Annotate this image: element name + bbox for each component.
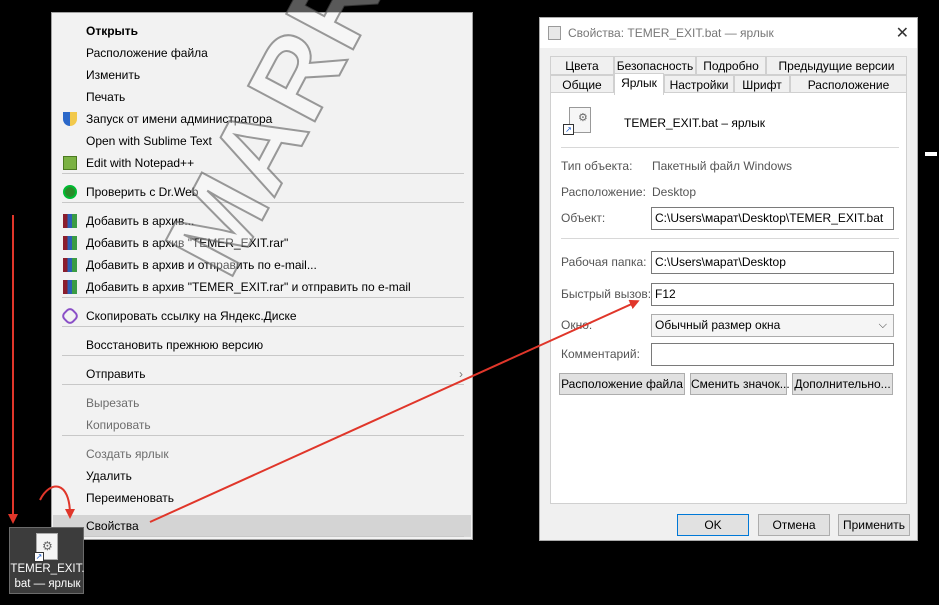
open-file-location-button[interactable]: Расположение файла bbox=[559, 373, 685, 395]
hotkey-label: Быстрый вызов: bbox=[561, 287, 652, 301]
context-menu-item[interactable]: Переименовать bbox=[53, 487, 471, 509]
context-menu-item[interactable]: Копировать bbox=[53, 414, 471, 436]
window-size-select[interactable]: Обычный размер окна ⌵ bbox=[651, 314, 894, 337]
context-menu-item-label: Свойства bbox=[86, 519, 139, 533]
context-menu-item-label: Скопировать ссылку на Яндекс.Диске bbox=[86, 309, 297, 323]
gear-icon: ⚙ bbox=[42, 539, 53, 553]
tab[interactable]: Предыдущие версии bbox=[766, 56, 907, 75]
shortcut-file-icon: ⚙ ↗ bbox=[563, 107, 593, 137]
menu-separator bbox=[62, 355, 464, 356]
notepad-plus-plus-icon bbox=[63, 156, 77, 170]
location-label: Расположение: bbox=[561, 185, 646, 199]
close-icon[interactable]: ✕ bbox=[896, 23, 909, 43]
context-menu-item-label: Создать ярлык bbox=[86, 447, 169, 461]
submenu-arrow-icon: › bbox=[459, 367, 463, 381]
advanced-button[interactable]: Дополнительно... bbox=[792, 373, 893, 395]
hotkey-field[interactable]: F12 bbox=[651, 283, 894, 306]
context-menu-item-label: Изменить bbox=[86, 68, 141, 82]
workdir-field[interactable]: C:\Users\марат\Desktop bbox=[651, 251, 894, 274]
winrar-archive-icon bbox=[63, 258, 77, 272]
context-menu-item-label: Восстановить прежнюю версию bbox=[86, 338, 264, 352]
background-mark bbox=[925, 152, 937, 156]
window-icon bbox=[548, 26, 561, 40]
menu-separator bbox=[62, 384, 464, 385]
tab[interactable]: Подробно bbox=[696, 56, 766, 75]
winrar-archive-icon bbox=[63, 236, 77, 250]
context-menu-item[interactable]: Создать ярлык bbox=[53, 443, 471, 465]
tab-panel-shortcut: ⚙ ↗ TEMER_EXIT.bat – ярлык Тип объекта: … bbox=[550, 92, 907, 504]
context-menu-item-label: Копировать bbox=[86, 418, 151, 432]
context-menu-item-label: Удалить bbox=[86, 469, 132, 483]
type-value: Пакетный файл Windows bbox=[652, 159, 793, 173]
context-menu-item[interactable]: Свойства bbox=[53, 515, 471, 537]
shortcut-name: TEMER_EXIT.bat – ярлык bbox=[624, 116, 766, 130]
divider bbox=[561, 238, 899, 239]
window-label: Окно: bbox=[561, 318, 593, 332]
menu-separator bbox=[62, 536, 464, 537]
location-value: Desktop bbox=[652, 185, 697, 199]
menu-separator bbox=[62, 297, 464, 298]
context-menu-item[interactable]: Удалить bbox=[53, 465, 471, 487]
context-menu-item-label: Вырезать bbox=[86, 396, 140, 410]
gear-icon: ⚙ bbox=[578, 112, 588, 124]
drweb-spider-icon bbox=[63, 185, 77, 199]
batch-file-icon: ⚙ ↗ bbox=[34, 533, 58, 562]
menu-separator bbox=[62, 326, 464, 327]
tab[interactable]: Цвета bbox=[550, 56, 614, 75]
dialog-titlebar: Свойства: TEMER_EXIT.bat — ярлык ✕ bbox=[540, 18, 917, 48]
chevron-down-icon: ⌵ bbox=[878, 319, 887, 331]
winrar-archive-icon bbox=[63, 280, 77, 294]
ok-button[interactable]: OK bbox=[677, 514, 749, 536]
comment-field[interactable] bbox=[651, 343, 894, 366]
target-field[interactable]: C:\Users\марат\Desktop\TEMER_EXIT.bat bbox=[651, 207, 894, 230]
context-menu-item-label: Печать bbox=[86, 90, 126, 104]
winrar-archive-icon bbox=[63, 214, 77, 228]
target-label: Объект: bbox=[561, 211, 606, 225]
context-menu-item-label: Переименовать bbox=[86, 491, 174, 505]
workdir-label: Рабочая папка: bbox=[561, 255, 647, 269]
context-menu-item[interactable]: Восстановить прежнюю версию bbox=[53, 334, 471, 356]
context-menu-item[interactable]: Скопировать ссылку на Яндекс.Диске bbox=[53, 305, 471, 327]
context-menu-item[interactable]: Отправить › bbox=[53, 363, 471, 385]
comment-label: Комментарий: bbox=[561, 347, 640, 361]
uac-shield-icon bbox=[63, 112, 77, 126]
tab[interactable]: Ярлык bbox=[614, 73, 664, 95]
apply-button[interactable]: Применить bbox=[838, 514, 910, 536]
cancel-button[interactable]: Отмена bbox=[758, 514, 830, 536]
menu-separator bbox=[62, 435, 464, 436]
desktop-shortcut-icon[interactable]: ⚙ ↗ TEMER_EXIT. bat — ярлык bbox=[9, 527, 85, 594]
properties-dialog: Свойства: TEMER_EXIT.bat — ярлык ✕ Цвета… bbox=[539, 17, 918, 541]
type-label: Тип объекта: bbox=[561, 159, 633, 173]
context-menu-item-label: Расположение файла bbox=[86, 46, 208, 60]
yandex-disk-link-icon bbox=[60, 306, 80, 326]
shortcut-arrow-icon: ↗ bbox=[34, 552, 44, 562]
context-menu-item-label: Открыть bbox=[86, 24, 139, 38]
desktop-icon-label: TEMER_EXIT. bat — ярлык bbox=[10, 563, 85, 590]
shortcut-arrow-icon: ↗ bbox=[563, 124, 574, 135]
dialog-title: Свойства: TEMER_EXIT.bat — ярлык bbox=[568, 26, 774, 40]
change-icon-button[interactable]: Сменить значок... bbox=[690, 373, 790, 395]
context-menu-item-label: Отправить bbox=[86, 367, 146, 381]
context-menu-item[interactable]: Добавить в архив "TEMER_EXIT.rar" и отпр… bbox=[53, 276, 471, 298]
context-menu-item[interactable]: Вырезать bbox=[53, 392, 471, 414]
divider bbox=[561, 147, 899, 148]
